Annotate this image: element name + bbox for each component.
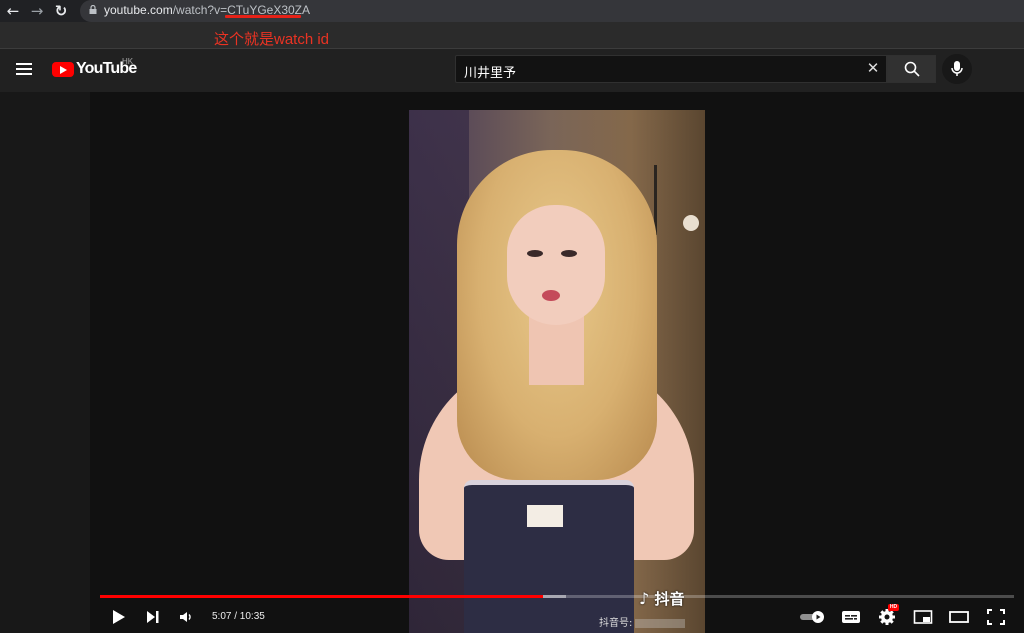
microphone-icon (951, 61, 963, 76)
clear-search-icon[interactable]: ✕ (866, 61, 880, 76)
miniplayer-icon[interactable] (912, 607, 934, 627)
video-frame[interactable]: ♪ 抖音 抖音号: (409, 110, 705, 633)
annotation-band (0, 22, 1024, 48)
search-input[interactable]: 川井里予 ✕ (455, 55, 887, 83)
hd-badge: HD (888, 604, 899, 611)
back-arrow-icon[interactable]: ← (4, 2, 22, 20)
country-code: HK (122, 57, 134, 66)
video-scene-lamp-bulb (683, 215, 699, 231)
search-icon (904, 61, 920, 77)
voice-search-button[interactable] (942, 54, 972, 84)
lock-icon (89, 5, 97, 14)
video-scene-neck (529, 315, 584, 385)
youtube-play-logo-icon (52, 62, 74, 77)
progress-played (100, 595, 544, 598)
subtitles-icon[interactable] (840, 607, 862, 627)
theater-mode-icon[interactable] (948, 607, 970, 627)
video-scene-eye-right (561, 250, 577, 257)
reload-icon[interactable]: ↻ (52, 2, 70, 20)
search-value: 川井里予 (464, 65, 517, 80)
autoplay-toggle-icon[interactable] (798, 607, 826, 627)
fullscreen-icon[interactable] (985, 607, 1007, 627)
next-icon[interactable] (142, 607, 164, 627)
video-scene-eye-left (527, 250, 543, 257)
video-player[interactable]: ♪ 抖音 抖音号: 5:07 / 10:35 HD (90, 92, 1024, 633)
forward-arrow-icon[interactable]: → (28, 2, 46, 20)
progress-bar[interactable] (100, 595, 1014, 598)
address-bar[interactable]: youtube.com/watch?v=CTuYGeX30ZA (80, 0, 1024, 22)
time-display: 5:07 / 10:35 (212, 611, 265, 622)
play-icon[interactable] (108, 607, 130, 627)
video-scene-mouth (542, 290, 560, 301)
player-controls: 5:07 / 10:35 HD (90, 602, 1024, 633)
search-button[interactable] (887, 55, 936, 83)
url-path: /watch?v= (172, 3, 228, 17)
volume-icon[interactable] (176, 607, 198, 627)
hamburger-menu-icon[interactable] (16, 63, 32, 75)
video-scene-face (507, 205, 605, 325)
watch-id-underline (225, 15, 301, 18)
settings-button[interactable]: HD (876, 604, 899, 627)
video-scene-tag (527, 505, 563, 527)
youtube-header: YouTube HK 川井里予 ✕ (0, 49, 1024, 92)
url-host: youtube.com (104, 3, 173, 17)
browser-toolbar: ← → ↻ youtube.com/watch?v=CTuYGeX30ZA (0, 0, 1024, 22)
annotation-text: 这个就是watch id (214, 31, 330, 48)
